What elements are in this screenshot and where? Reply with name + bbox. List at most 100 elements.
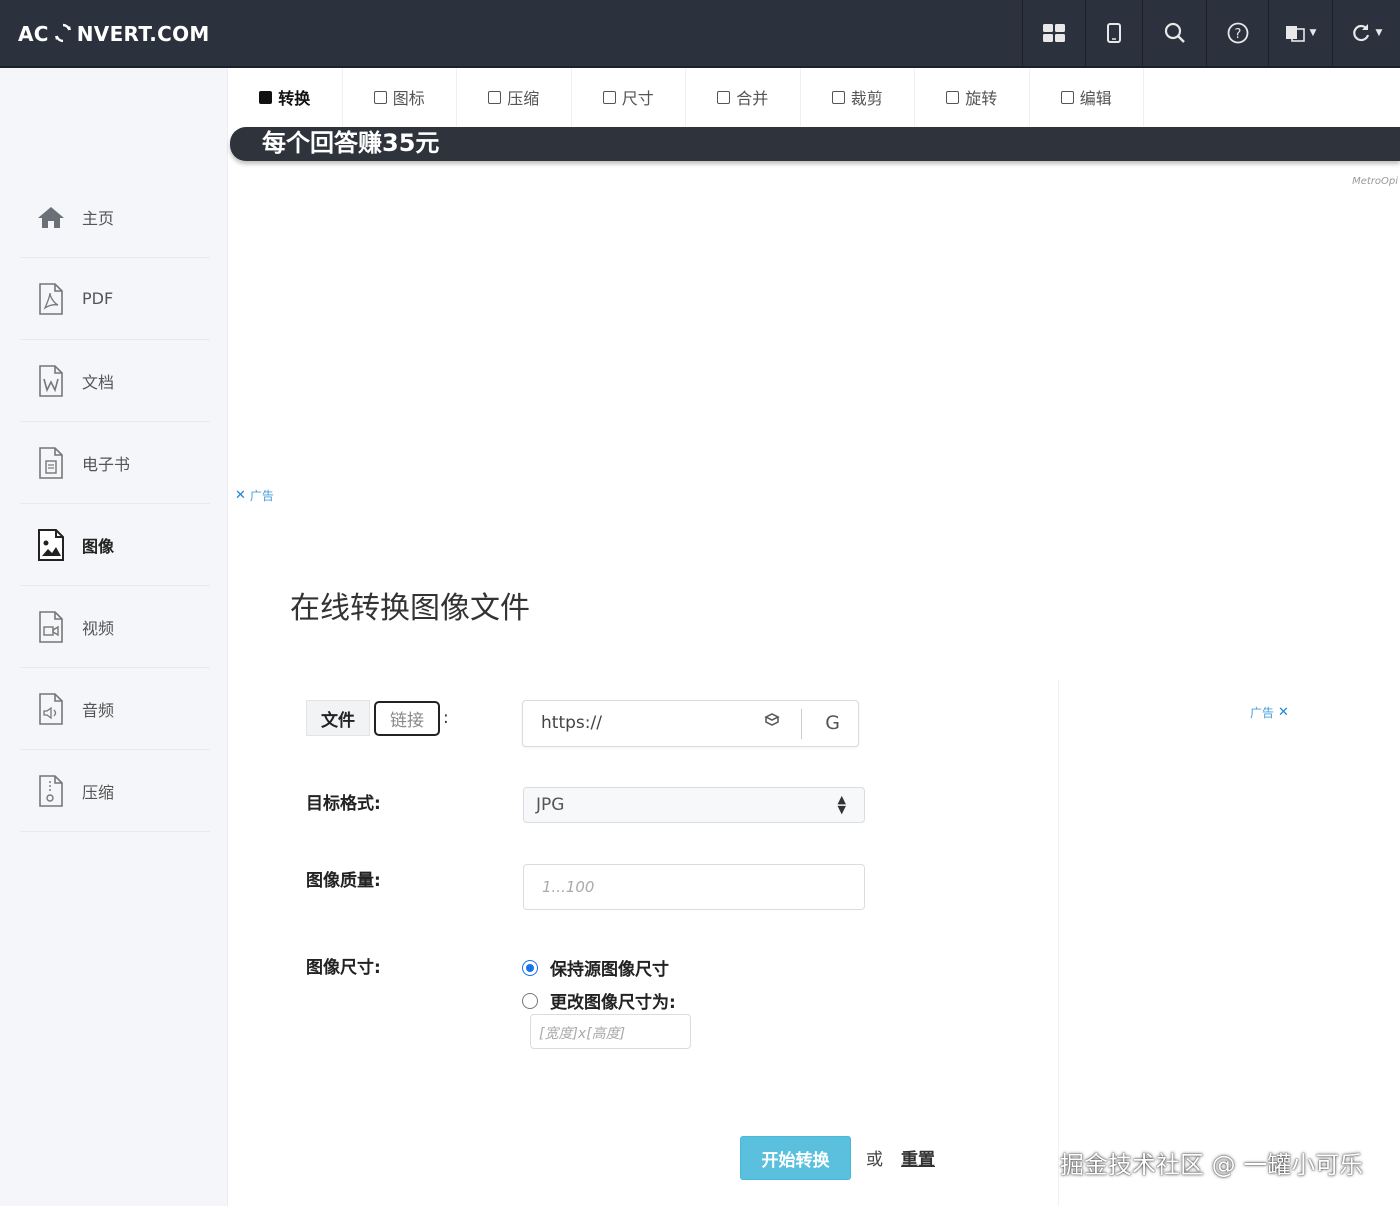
search-icon [1164, 22, 1186, 44]
search-button[interactable] [1142, 0, 1206, 66]
close-icon: ✕ [1278, 705, 1289, 720]
checkbox-icon [946, 90, 960, 104]
url-input[interactable]: https:// G [522, 700, 859, 747]
radio-change-size[interactable]: 更改图像尺寸为: [522, 988, 676, 1013]
refresh-icon [1351, 23, 1371, 43]
sidebar: 主页 PDF 文档 电子书 图像 视频 音频 压缩 [0, 68, 228, 1206]
ad-banner-text: 每个回答赚35元 [262, 129, 440, 157]
logo-text-right: NVERT.COM [76, 22, 210, 46]
tab-label: 压缩 [507, 89, 540, 108]
start-convert-button[interactable]: 开始转换 [740, 1136, 851, 1180]
tool-tabs: 转换 图标 压缩 尺寸 合并 裁剪 旋转 编辑 [228, 68, 1400, 126]
tab-label: 合并 [736, 89, 769, 108]
radio-checked-icon [522, 959, 538, 976]
ad-close-left[interactable]: ✕ 广告 [235, 487, 274, 504]
sidebar-item-video[interactable]: 视频 [20, 586, 210, 668]
language-icon [1285, 24, 1305, 42]
top-navbar: AC NVERT.COM ? ▼ ▼ [0, 0, 1400, 68]
sidebar-item-document[interactable]: 文档 [20, 340, 210, 422]
sidebar-item-label: 图像 [82, 536, 115, 556]
source-file-button[interactable]: 文件 [306, 700, 370, 736]
sidebar-item-ebook[interactable]: 电子书 [20, 422, 210, 504]
quality-placeholder: 1...100 [542, 878, 595, 896]
refresh-button[interactable]: ▼ [1332, 0, 1400, 66]
ad-close-right[interactable]: 广告 ✕ [1250, 704, 1289, 721]
tab-convert[interactable]: 转换 [228, 68, 343, 126]
tab-compress[interactable]: 压缩 [457, 68, 572, 126]
sidebar-item-label: 音频 [82, 700, 115, 720]
tab-label: 图标 [392, 89, 425, 108]
help-button[interactable]: ? [1206, 0, 1268, 66]
tab-resize[interactable]: 尺寸 [572, 68, 686, 126]
logo-text-left: AC [18, 22, 49, 46]
source-toggle: 文件 链接 : [306, 700, 449, 736]
sidebar-item-label: 电子书 [82, 454, 131, 474]
checkbox-icon [717, 90, 731, 104]
chevron-down-icon: ▼ [1375, 28, 1383, 38]
radio-keep-label: 保持源图像尺寸 [550, 960, 669, 980]
google-drive-button[interactable]: G [825, 712, 840, 734]
radio-unchecked-icon [522, 992, 538, 1009]
ad-label: 广告 [1250, 706, 1275, 720]
checkbox-icon [1060, 90, 1074, 104]
sidebar-item-label: 文档 [82, 372, 115, 392]
home-icon [36, 200, 66, 234]
divider [801, 709, 802, 739]
logo[interactable]: AC NVERT.COM [18, 20, 210, 48]
checkbox-icon [373, 90, 387, 104]
dropbox-icon[interactable] [764, 713, 780, 733]
format-select[interactable]: JPG ▲ ▼ [523, 787, 865, 823]
select-arrows-icon: ▲ ▼ [837, 793, 846, 816]
language-button[interactable]: ▼ [1268, 0, 1332, 66]
apps-grid-button[interactable] [1022, 0, 1085, 66]
close-icon: ✕ [235, 488, 246, 503]
sidebar-item-label: 主页 [82, 208, 115, 228]
radio-change-label: 更改图像尺寸为: [550, 993, 676, 1013]
size-label: 图像尺寸: [306, 958, 381, 978]
tab-merge[interactable]: 合并 [686, 68, 801, 126]
mobile-button[interactable] [1085, 0, 1142, 66]
sidebar-item-label: PDF [82, 289, 114, 308]
source-colon: : [443, 708, 449, 728]
format-value: JPG [536, 795, 565, 815]
chevron-down-icon: ▼ [1309, 28, 1317, 38]
tab-icon[interactable]: 图标 [343, 68, 457, 126]
grid-icon [1043, 24, 1065, 42]
size-input[interactable]: [宽度]x[高度] [530, 1014, 691, 1049]
tab-label: 编辑 [1079, 89, 1112, 108]
url-value: https:// [541, 713, 602, 733]
ad-label: 广告 [249, 489, 274, 503]
tab-crop[interactable]: 裁剪 [801, 68, 915, 126]
tab-edit[interactable]: 编辑 [1030, 68, 1144, 126]
audio-file-icon [36, 692, 66, 726]
watermark: 掘金技术社区 @ 一罐小可乐 [1060, 1151, 1364, 1179]
source-link-button[interactable]: 链接 [374, 700, 440, 736]
mobile-icon [1107, 23, 1121, 43]
format-label: 目标格式: [306, 794, 381, 814]
convert-cycle-icon [53, 22, 73, 47]
ad-banner[interactable]: 每个回答赚35元 [230, 127, 1400, 161]
tab-label: 旋转 [965, 89, 998, 108]
image-file-icon [36, 528, 66, 562]
quality-label: 图像质量: [306, 871, 381, 891]
checkbox-icon [831, 90, 845, 104]
sidebar-item-label: 视频 [82, 618, 115, 638]
radio-keep-size[interactable]: 保持源图像尺寸 [522, 955, 669, 980]
tab-rotate[interactable]: 旋转 [915, 68, 1030, 126]
reset-link[interactable]: 重置 [901, 1145, 935, 1170]
ad-source-label: MetroOpi [1352, 176, 1398, 187]
sidebar-item-label: 压缩 [82, 782, 115, 802]
pdf-file-icon [36, 282, 66, 316]
ebook-file-icon [36, 446, 66, 480]
sidebar-item-image[interactable]: 图像 [20, 504, 210, 586]
sidebar-item-home[interactable]: 主页 [20, 176, 210, 258]
sidebar-item-audio[interactable]: 音频 [20, 668, 210, 750]
quality-input[interactable]: 1...100 [523, 864, 865, 910]
word-file-icon [36, 364, 66, 398]
sidebar-item-pdf[interactable]: PDF [20, 258, 210, 340]
size-placeholder: [宽度]x[高度] [539, 1026, 626, 1042]
right-ad-panel [1058, 680, 1400, 1206]
page-title: 在线转换图像文件 [290, 591, 530, 626]
sidebar-item-archive[interactable]: 压缩 [20, 750, 210, 832]
checkbox-icon [602, 90, 616, 104]
